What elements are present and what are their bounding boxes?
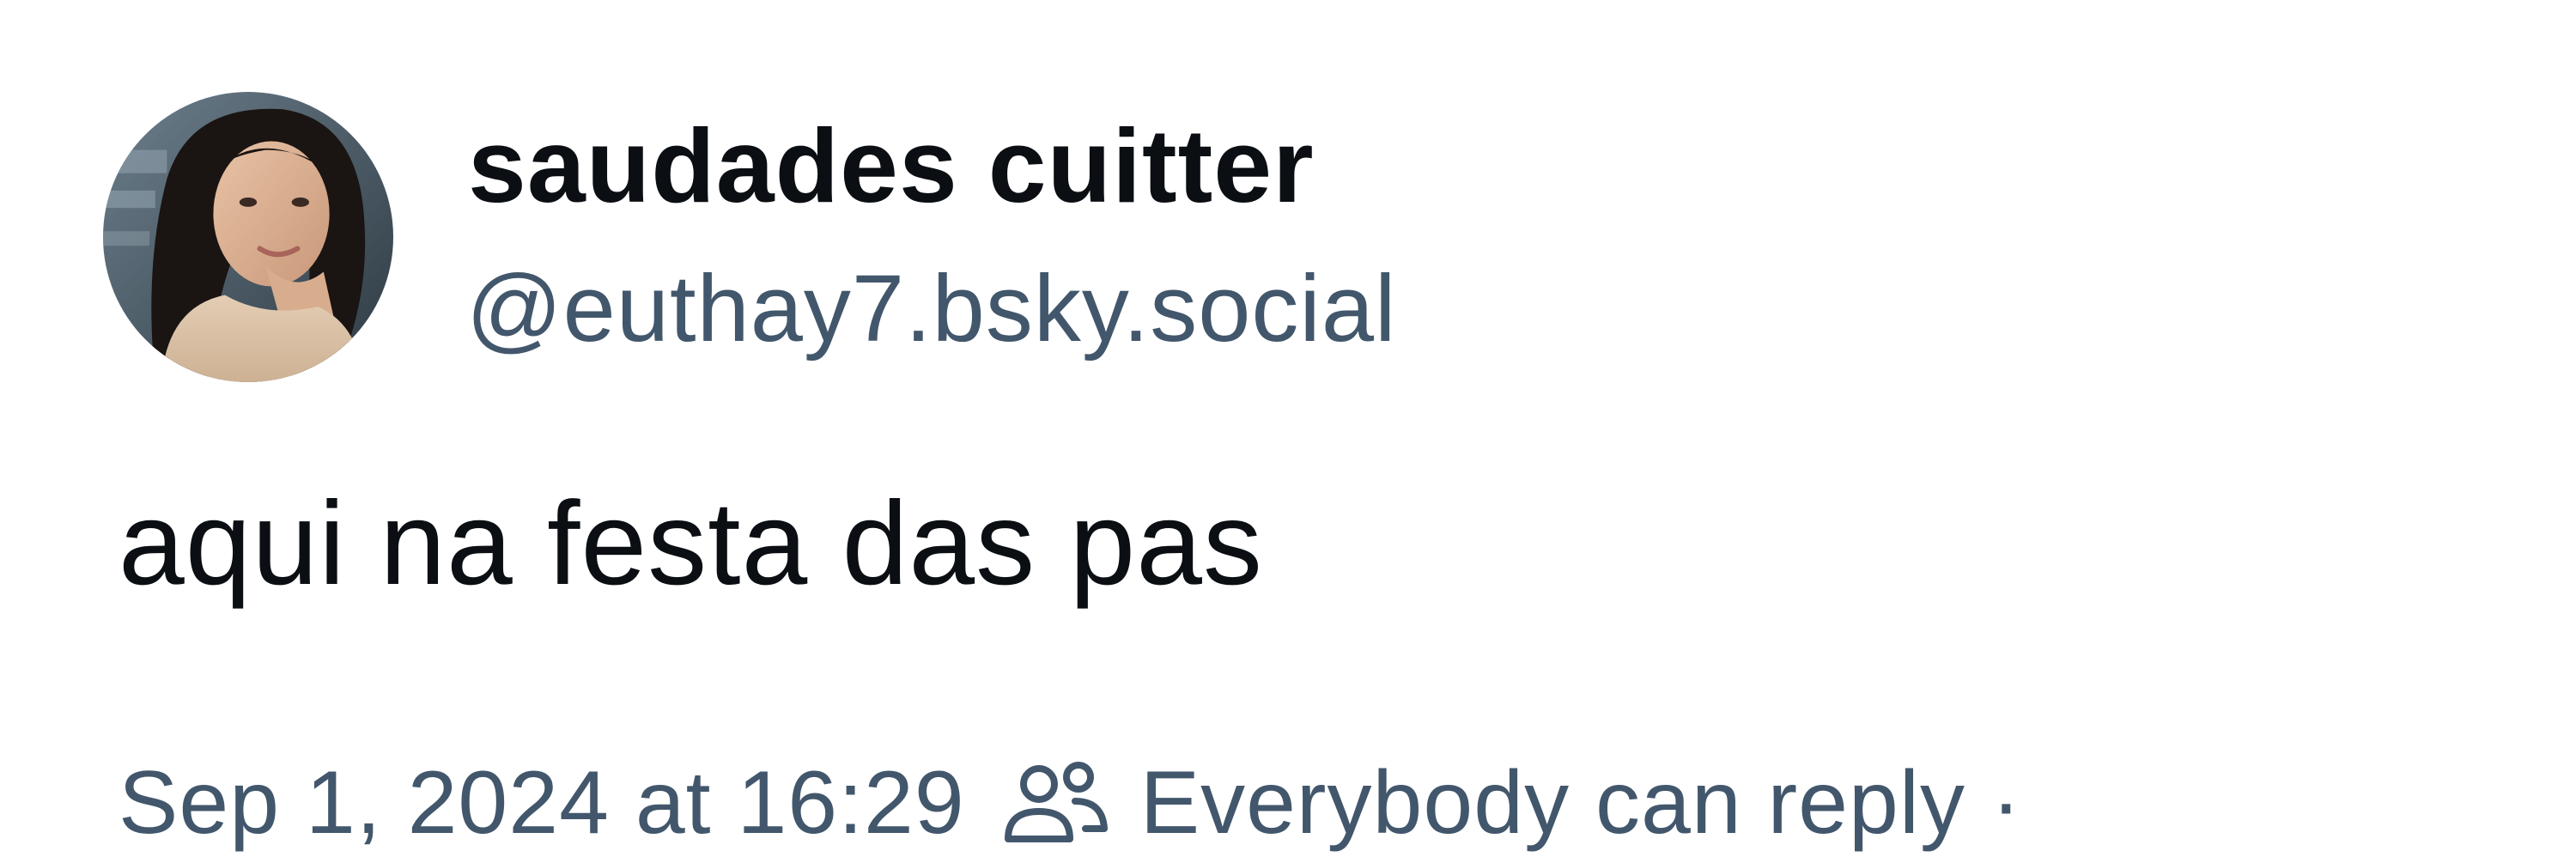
author-handle[interactable]: @euthay7.bsky.social [466, 249, 1396, 369]
reply-setting-label: Everybody can reply [1139, 752, 1965, 853]
meta-separator: · [1990, 752, 2022, 853]
reply-setting[interactable]: Everybody can reply [965, 752, 1965, 854]
post-timestamp[interactable]: Sep 1, 2024 at 16:29 [118, 752, 965, 854]
people-icon [1003, 760, 1109, 846]
post-card: saudades cuitter @euthay7.bsky.social aq… [0, 0, 2576, 859]
avatar-photo [103, 92, 393, 382]
post-text: aqui na festa das pas [118, 477, 1263, 610]
author-avatar[interactable] [103, 92, 393, 382]
author-display-name[interactable]: saudades cuitter [468, 101, 1315, 230]
post-meta: Sep 1, 2024 at 16:29 Everybody can reply… [118, 743, 2022, 863]
